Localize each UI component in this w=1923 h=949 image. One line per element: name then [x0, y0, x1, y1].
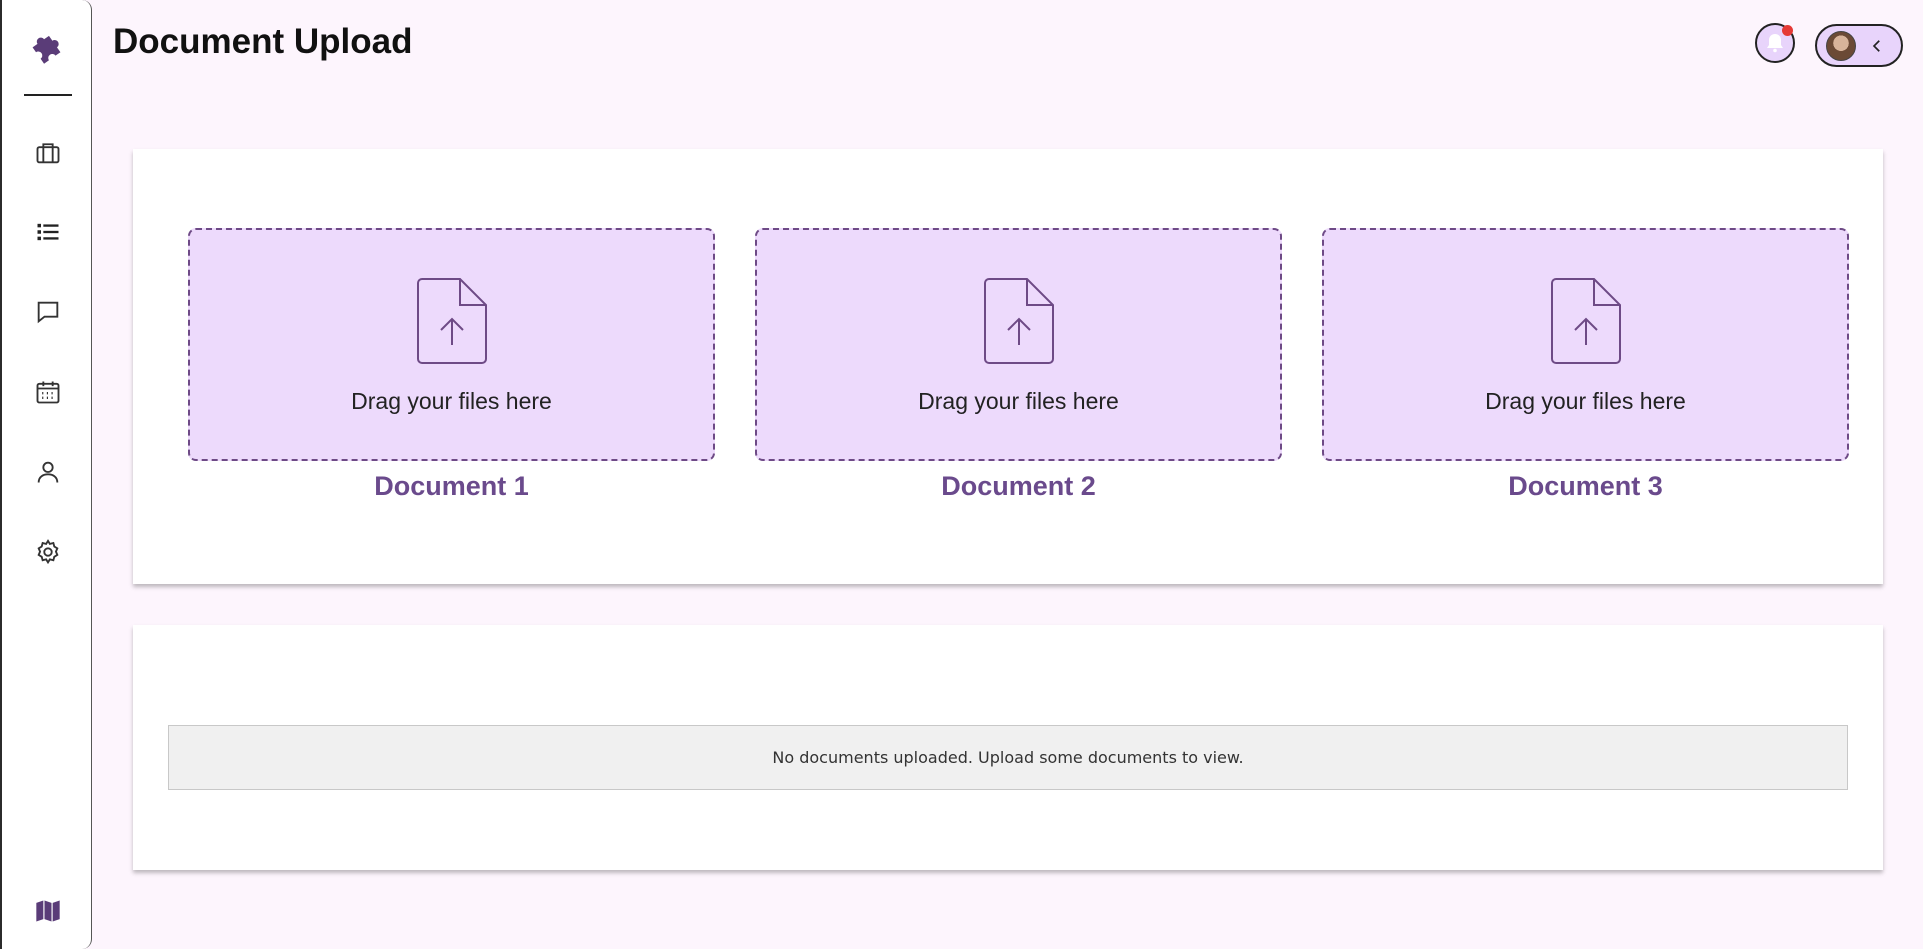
document-label: Document 3 — [1508, 471, 1663, 501]
sidebar-item-chat[interactable] — [31, 295, 65, 329]
sidebar-item-briefcase[interactable] — [31, 136, 65, 170]
dropzone-prompt: Drag your files here — [918, 388, 1119, 414]
page-title: Document Upload — [113, 22, 413, 61]
sidebar-divider — [24, 94, 72, 96]
gear-icon — [37, 539, 59, 565]
calendar-icon — [36, 381, 60, 404]
document-label: Document 1 — [374, 471, 529, 501]
dropzone-document-1[interactable]: Drag your files here — [188, 228, 715, 461]
sidebar-item-list[interactable] — [31, 215, 65, 249]
map-icon — [36, 900, 60, 922]
profile-menu-toggle[interactable] — [1815, 24, 1903, 67]
notification-button[interactable] — [1755, 23, 1795, 63]
dropzone-document-2[interactable]: Drag your files here — [755, 228, 1282, 461]
avatar — [1826, 30, 1856, 61]
sidebar-item-calendar[interactable] — [31, 375, 65, 409]
sidebar-item-map[interactable] — [28, 891, 68, 931]
chevron-left-icon — [1872, 39, 1880, 52]
sidebar-item-settings[interactable] — [31, 535, 65, 569]
dropzone-prompt: Drag your files here — [351, 388, 552, 414]
documents-card: No documents uploaded. Upload some docum… — [133, 625, 1883, 870]
list-icon — [37, 223, 59, 241]
dropzone-document-3[interactable]: Drag your files here — [1322, 228, 1849, 461]
briefcase-icon — [36, 143, 60, 164]
file-upload-icon — [417, 278, 487, 364]
document-label: Document 2 — [941, 471, 1096, 501]
user-icon — [37, 461, 59, 483]
sidebar — [2, 0, 92, 949]
sidebar-item-user[interactable] — [31, 455, 65, 489]
file-upload-icon — [1551, 278, 1621, 364]
empty-state-message: No documents uploaded. Upload some docum… — [168, 725, 1848, 790]
upload-card: Drag your files here Document 1 Drag you… — [133, 149, 1883, 584]
notification-dot — [1782, 25, 1793, 36]
file-upload-icon — [984, 278, 1054, 364]
dropzone-prompt: Drag your files here — [1485, 388, 1686, 414]
puzzle-icon[interactable] — [27, 25, 67, 65]
chat-icon — [37, 301, 59, 324]
